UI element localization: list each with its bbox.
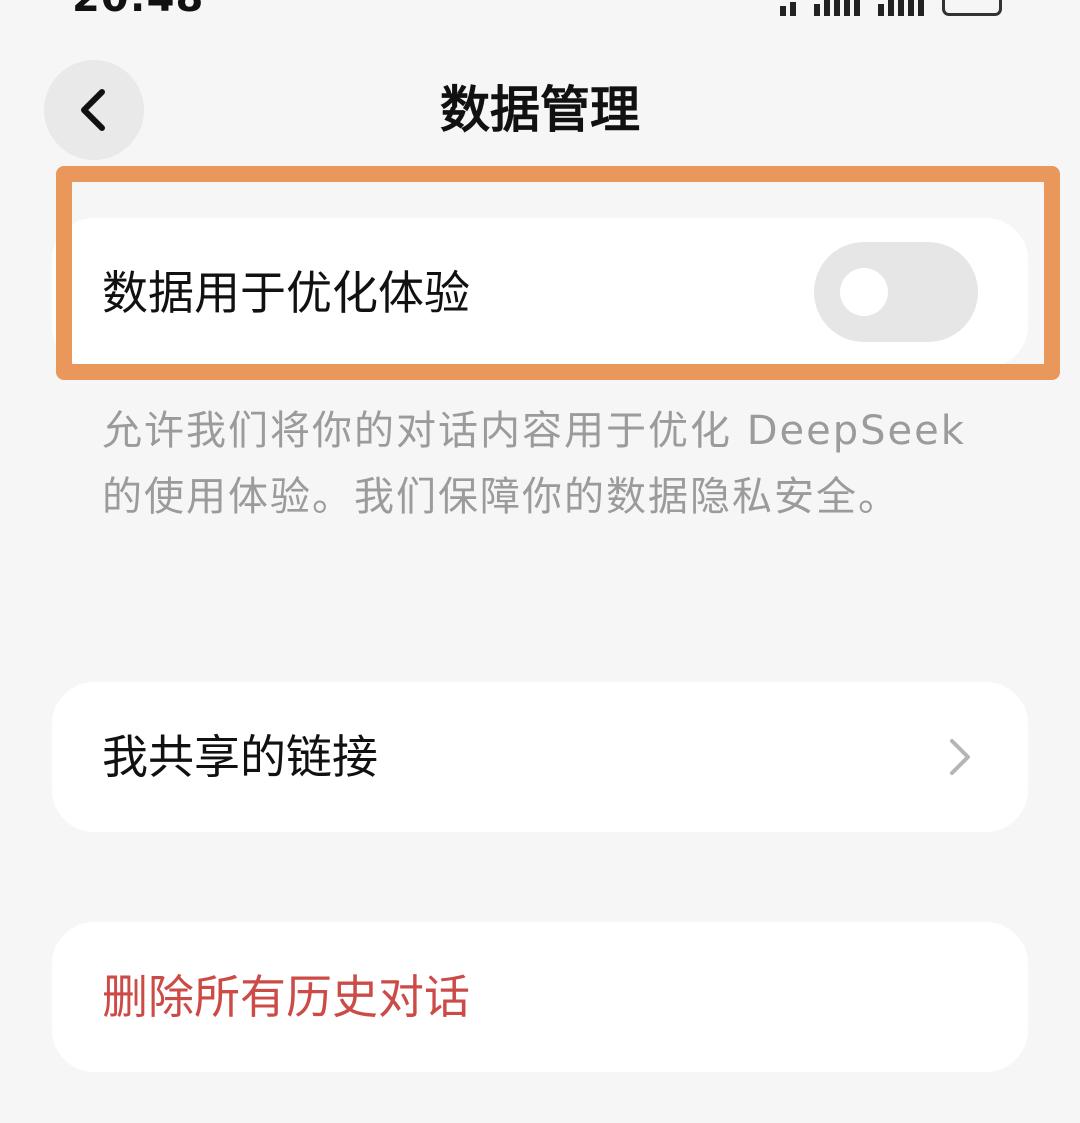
status-bar: 20:48 (0, 0, 1080, 18)
data-optimization-label: 数据用于优化体验 (102, 266, 470, 320)
data-management-screen: 20:48 数据管理 数据用于优化体验 允许我们将你的对话内容用于优化 De (0, 0, 1080, 1123)
network-activity-icon (780, 2, 796, 16)
status-icons (780, 0, 1002, 16)
status-time: 20:48 (72, 0, 204, 18)
page-title: 数据管理 (440, 81, 640, 139)
chevron-right-icon (950, 739, 970, 775)
signal-icon-sim2 (878, 0, 924, 16)
data-optimization-description: 允许我们将你的对话内容用于优化 DeepSeek 的使用体验。我们保障你的数据隐… (102, 408, 966, 520)
toggle-knob (840, 268, 888, 316)
delete-history-row[interactable]: 删除所有历史对话 (52, 922, 1028, 1072)
shared-links-label: 我共享的链接 (102, 730, 378, 784)
signal-icon-sim1 (814, 0, 860, 16)
data-optimization-toggle[interactable] (814, 242, 978, 342)
shared-links-row[interactable]: 我共享的链接 (52, 682, 1028, 832)
battery-icon (942, 0, 1002, 16)
delete-history-label: 删除所有历史对话 (102, 970, 470, 1024)
data-optimization-row: 数据用于优化体验 (52, 218, 1028, 368)
